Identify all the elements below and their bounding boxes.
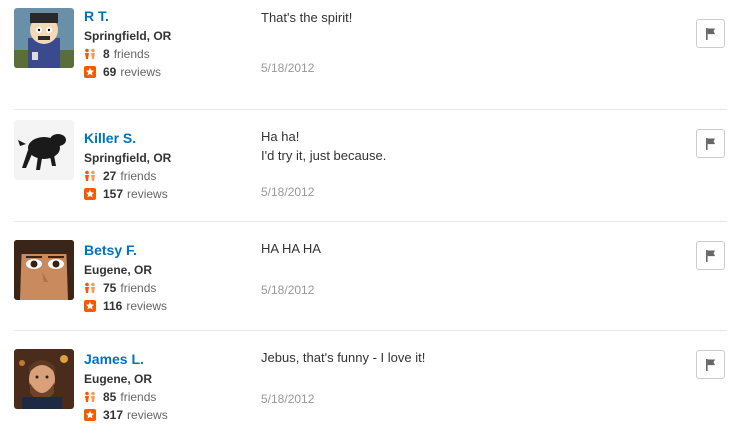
friends-icon	[84, 48, 96, 60]
user-location: Springfield, OR	[84, 151, 172, 165]
flag-icon	[705, 27, 715, 40]
comment-date: 5/18/2012	[261, 283, 315, 297]
comment-item: R T. Springfield, OR 8 friends 69 review…	[14, 0, 727, 109]
user-location: Springfield, OR	[84, 29, 172, 43]
flag-button[interactable]	[696, 129, 725, 158]
friends-icon	[84, 282, 96, 294]
star-icon	[84, 300, 96, 312]
comment-text: Jebus, that's funny - I love it!	[261, 350, 426, 365]
friends-count: 75 friends	[84, 280, 254, 296]
comment-date: 5/18/2012	[261, 392, 315, 406]
comment-item: James L. Eugene, OR 85 friends 317 revie…	[14, 330, 727, 440]
user-name-link[interactable]: James L.	[84, 350, 254, 368]
comment-date: 5/18/2012	[261, 61, 315, 75]
user-name-link[interactable]: Betsy F.	[84, 241, 254, 259]
comment-text: Ha ha! I'd try it, just because.	[261, 129, 387, 163]
user-avatar[interactable]	[14, 349, 74, 409]
flag-icon	[705, 358, 715, 371]
friends-count: 85 friends	[84, 389, 254, 405]
user-location: Eugene, OR	[84, 263, 153, 277]
user-avatar[interactable]	[14, 120, 74, 180]
user-name-link[interactable]: Killer S.	[84, 129, 254, 147]
flag-button[interactable]	[696, 350, 725, 379]
star-icon	[84, 188, 96, 200]
friends-count: 27 friends	[84, 168, 254, 184]
star-icon	[84, 66, 96, 78]
comment-text: That's the spirit!	[261, 10, 353, 25]
friends-count: 8 friends	[84, 46, 254, 62]
friends-icon	[84, 170, 96, 182]
star-icon	[84, 409, 96, 421]
flag-button[interactable]	[696, 241, 725, 270]
reviews-count: 69 reviews	[84, 64, 254, 80]
comment-item: Betsy F. Eugene, OR 75 friends 116 revie…	[14, 221, 727, 331]
user-location: Eugene, OR	[84, 372, 153, 386]
flag-icon	[705, 137, 715, 150]
flag-button[interactable]	[696, 19, 725, 48]
comment-date: 5/18/2012	[261, 185, 315, 199]
friends-icon	[84, 391, 96, 403]
user-name-link[interactable]: R T.	[84, 7, 254, 25]
comment-text: HA HA HA	[261, 241, 321, 256]
user-avatar[interactable]	[14, 8, 74, 68]
reviews-count: 317 reviews	[84, 407, 254, 423]
flag-icon	[705, 249, 715, 262]
reviews-count: 157 reviews	[84, 186, 254, 202]
user-avatar[interactable]	[14, 240, 74, 300]
reviews-count: 116 reviews	[84, 298, 254, 314]
comment-item: Killer S. Springfield, OR 27 friends 157…	[14, 109, 727, 219]
